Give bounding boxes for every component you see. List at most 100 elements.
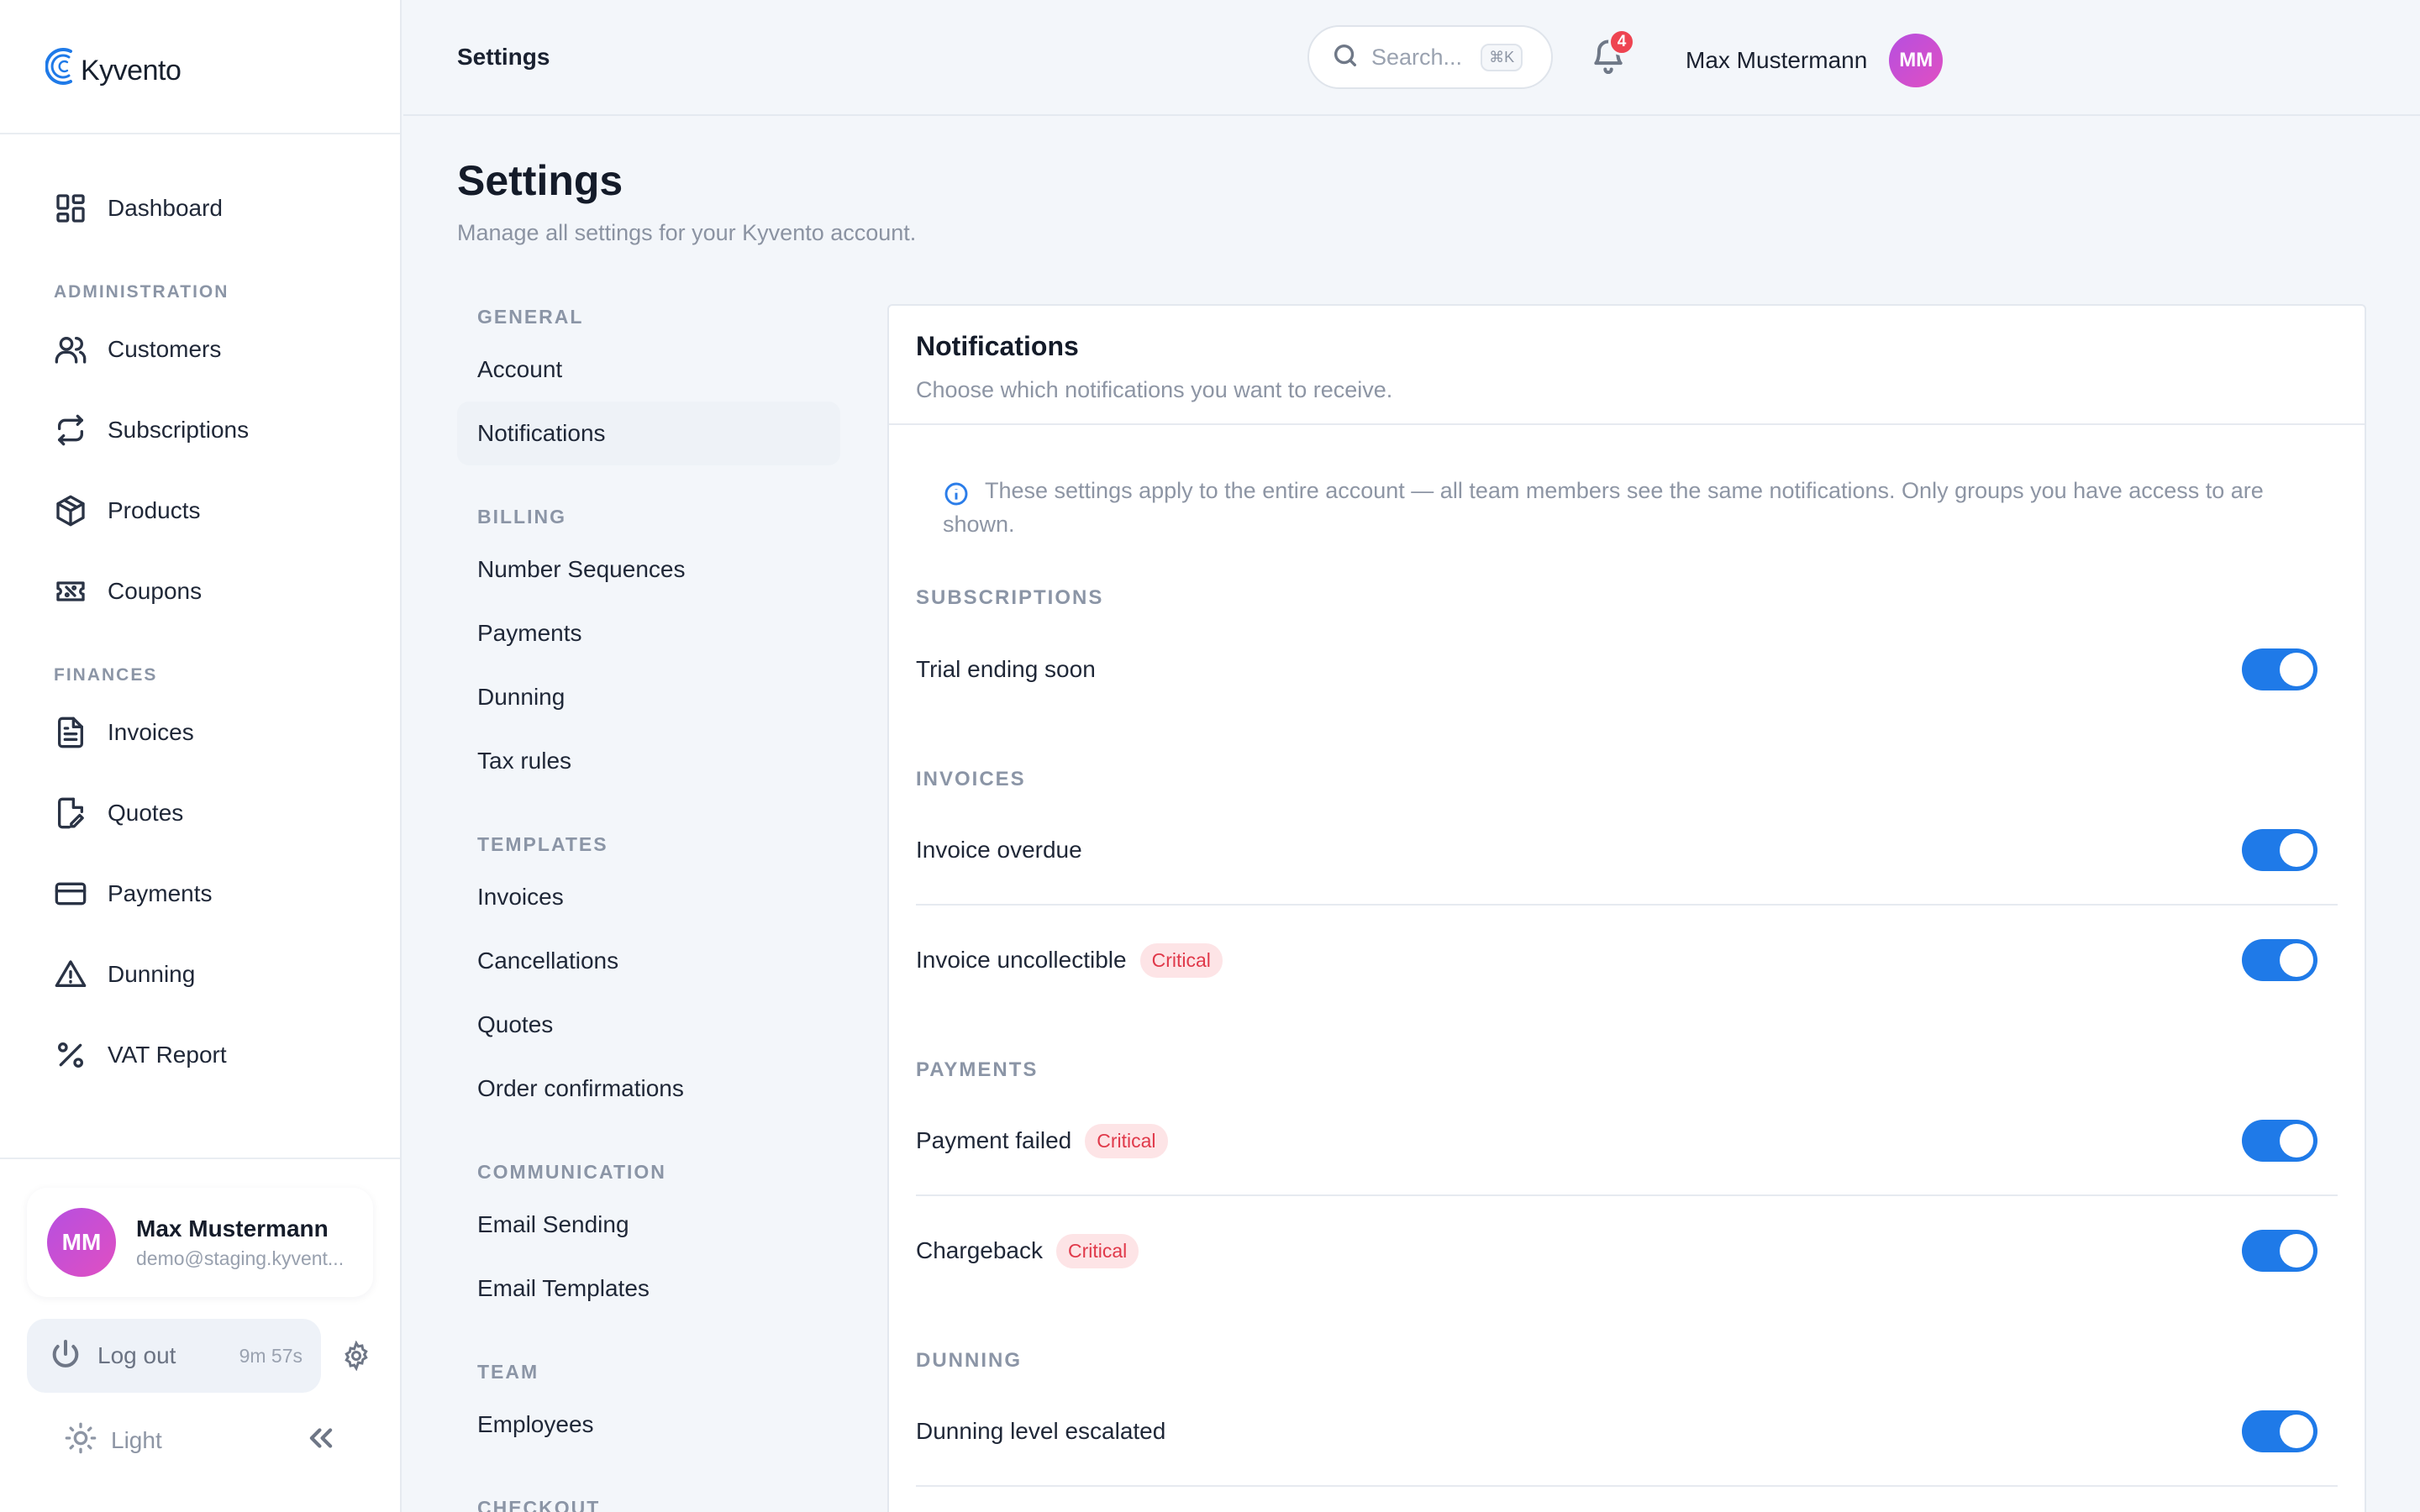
nav-section-administration: ADMINISTRATION	[54, 282, 229, 302]
repeat-icon	[52, 412, 89, 449]
critical-badge: Critical	[1055, 1233, 1139, 1268]
user-card[interactable]: MM Max Mustermann demo@staging.kyvent...	[27, 1188, 373, 1297]
credit-card-icon	[52, 875, 89, 912]
nav-label: Dashboard	[108, 195, 223, 221]
notifications-button[interactable]: 4	[1590, 29, 1635, 77]
nav-label: Customers	[108, 336, 222, 362]
nav-label: VAT Report	[108, 1042, 227, 1068]
notification-row-trial-ending-soon: Trial ending soon	[916, 615, 2338, 724]
sidebar-footer: MM Max Mustermann demo@staging.kyvent...…	[0, 1158, 400, 1512]
nav-item-payments[interactable]: Payments	[0, 853, 400, 934]
gear-icon[interactable]	[341, 1340, 371, 1372]
nav-label: Products	[108, 497, 201, 523]
settings-item-tax-rules[interactable]: Tax rules	[457, 729, 840, 793]
toggle-dunning-level-escalated[interactable]	[2242, 1410, 2317, 1452]
collapse-sidebar-icon[interactable]	[305, 1422, 337, 1458]
header-user-menu[interactable]: Max Mustermann MM	[1686, 34, 1944, 87]
nav-item-products[interactable]: Products	[0, 470, 400, 551]
logout-button[interactable]: Log out 9m 57s	[27, 1319, 321, 1393]
search-icon	[1331, 41, 1360, 74]
settings-section-general: GENERAL	[477, 305, 584, 328]
toggle-invoice-overdue[interactable]	[2242, 829, 2317, 871]
bell-icon	[1590, 39, 1627, 77]
info-icon	[944, 482, 968, 506]
notifications-panel: Notifications Choose which notifications…	[887, 304, 2366, 1512]
critical-badge: Critical	[1085, 1123, 1168, 1158]
dashboard-icon	[52, 190, 89, 227]
page-subtitle: Manage all settings for your Kyvento acc…	[457, 220, 917, 245]
settings-section-communication: COMMUNICATION	[477, 1160, 666, 1183]
toggle-trial-ending-soon[interactable]	[2242, 648, 2317, 690]
settings-item-invoices[interactable]: Invoices	[457, 865, 840, 929]
group-label-invoices: INVOICES	[916, 768, 1026, 790]
nav-item-customers[interactable]: Customers	[0, 309, 400, 390]
brand-logo[interactable]: Kyvento	[45, 45, 182, 88]
sidebar: Kyvento Dashboard ADMINISTRATION Custome…	[0, 0, 402, 1512]
header-title: Settings	[457, 44, 550, 70]
user-email: demo@staging.kyvent...	[136, 1247, 345, 1269]
toggle-payment-failed[interactable]	[2242, 1120, 2317, 1162]
settings-section-billing: BILLING	[477, 505, 566, 528]
main-nav: Dashboard ADMINISTRATION Customers Subsc…	[0, 134, 400, 1095]
row-label: Dunning level escalated	[916, 1418, 1166, 1444]
settings-item-cancellations[interactable]: Cancellations	[457, 929, 840, 993]
settings-item-quotes[interactable]: Quotes	[457, 993, 840, 1057]
header-user-name: Max Mustermann	[1686, 47, 1868, 73]
settings-section-templates: TEMPLATES	[477, 832, 608, 855]
session-timer: 9m 57s	[239, 1344, 302, 1367]
settings-item-dunning[interactable]: Dunning	[457, 665, 840, 729]
power-icon	[49, 1337, 82, 1375]
settings-item-employees[interactable]: Employees	[457, 1393, 840, 1457]
file-text-icon	[52, 714, 89, 751]
nav-item-dashboard[interactable]: Dashboard	[0, 168, 400, 249]
toggle-invoice-uncollectible[interactable]	[2242, 939, 2317, 981]
alert-triangle-icon	[52, 956, 89, 993]
notification-count-badge: 4	[1608, 29, 1635, 55]
panel-header: Notifications Choose which notifications…	[889, 306, 2365, 425]
theme-toggle-label[interactable]: Light	[111, 1427, 162, 1454]
search-shortcut: ⌘K	[1481, 43, 1523, 71]
nav-item-invoices[interactable]: Invoices	[0, 692, 400, 773]
row-label: Invoice uncollectible	[916, 947, 1127, 973]
nav-label: Dunning	[108, 961, 196, 987]
page-title: Settings	[457, 157, 623, 204]
nav-item-vat-report[interactable]: VAT Report	[0, 1015, 400, 1095]
settings-nav: GENERAL Account Notifications BILLING Nu…	[457, 296, 840, 1512]
nav-label: Coupons	[108, 578, 203, 604]
file-edit-icon	[52, 795, 89, 832]
panel-subtitle: Choose which notifications you want to r…	[916, 377, 1393, 402]
search-input[interactable]: Search... ⌘K	[1307, 25, 1553, 89]
info-text: These settings apply to the entire accou…	[943, 478, 2264, 537]
panel-title: Notifications	[916, 331, 1079, 361]
settings-section-team: TEAM	[477, 1360, 539, 1383]
notification-row-chargeback: Chargeback Critical	[916, 1196, 2338, 1305]
nav-section-finances: FINANCES	[54, 665, 158, 685]
ticket-icon	[52, 573, 89, 610]
group-label-subscriptions: SUBSCRIPTIONS	[916, 586, 1104, 609]
settings-item-email-sending[interactable]: Email Sending	[457, 1193, 840, 1257]
sun-icon[interactable]	[64, 1421, 97, 1459]
nav-label: Invoices	[108, 719, 194, 745]
nav-item-dunning[interactable]: Dunning	[0, 934, 400, 1015]
brand-name: Kyvento	[81, 54, 182, 87]
users-icon	[52, 331, 89, 368]
nav-label: Subscriptions	[108, 417, 250, 443]
info-note: These settings apply to the entire accou…	[889, 425, 2365, 541]
group-label-dunning: DUNNING	[916, 1349, 1022, 1372]
group-label-payments: PAYMENTS	[916, 1058, 1039, 1081]
settings-item-number-sequences[interactable]: Number Sequences	[457, 538, 840, 601]
nav-item-quotes[interactable]: Quotes	[0, 773, 400, 853]
header-avatar[interactable]: MM	[1889, 34, 1944, 87]
settings-item-order-confirmations[interactable]: Order confirmations	[457, 1057, 840, 1121]
settings-item-payments[interactable]: Payments	[457, 601, 840, 665]
settings-item-account[interactable]: Account	[457, 338, 840, 402]
nav-item-coupons[interactable]: Coupons	[0, 551, 400, 632]
settings-item-email-templates[interactable]: Email Templates	[457, 1257, 840, 1320]
nav-item-subscriptions[interactable]: Subscriptions	[0, 390, 400, 470]
notification-row-invoice-overdue: Invoice overdue	[916, 796, 2338, 906]
box-icon	[52, 492, 89, 529]
settings-item-notifications[interactable]: Notifications	[457, 402, 840, 465]
brand-mark-icon	[45, 48, 72, 85]
toggle-chargeback[interactable]	[2242, 1230, 2317, 1272]
row-label: Trial ending soon	[916, 656, 1096, 682]
